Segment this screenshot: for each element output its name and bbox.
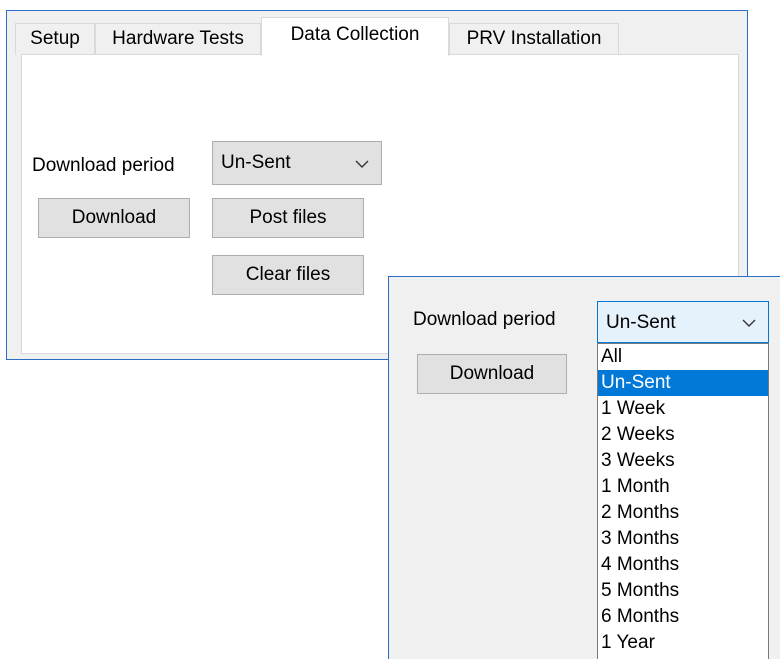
option-1-month[interactable]: 1 Month: [598, 474, 768, 500]
download-period-label: Download period: [32, 155, 175, 176]
download-period-value: Un-Sent: [221, 152, 291, 173]
tab-hardware-tests[interactable]: Hardware Tests: [95, 23, 261, 55]
option-4-months[interactable]: 4 Months: [598, 552, 768, 578]
download-period-select[interactable]: Un-Sent: [212, 141, 382, 185]
zoom-download-period-value: Un-Sent: [606, 312, 676, 333]
option-all[interactable]: All: [598, 344, 768, 370]
download-button[interactable]: Download: [38, 198, 190, 238]
option-1-week[interactable]: 1 Week: [598, 396, 768, 422]
option-2-weeks[interactable]: 2 Weeks: [598, 422, 768, 448]
chevron-down-icon: [742, 319, 756, 327]
chevron-down-icon: [355, 160, 369, 168]
tab-data-collection[interactable]: Data Collection: [261, 17, 449, 56]
option-un-sent[interactable]: Un-Sent: [598, 370, 768, 396]
tab-setup[interactable]: Setup: [15, 23, 95, 55]
option-2-months[interactable]: 2 Months: [598, 500, 768, 526]
option-1-year[interactable]: 1 Year: [598, 630, 768, 656]
zoom-download-period-label: Download period: [413, 309, 556, 330]
option-3-months[interactable]: 3 Months: [598, 526, 768, 552]
dropdown-zoom-callout: Download period Un-Sent Download All Un-…: [388, 276, 780, 659]
tab-prv-installation[interactable]: PRV Installation: [449, 23, 619, 55]
zoom-download-period-select[interactable]: Un-Sent: [597, 301, 769, 343]
download-period-dropdown-list[interactable]: All Un-Sent 1 Week 2 Weeks 3 Weeks 1 Mon…: [597, 343, 769, 659]
option-6-months[interactable]: 6 Months: [598, 604, 768, 630]
post-files-button[interactable]: Post files: [212, 198, 364, 238]
zoom-download-button[interactable]: Download: [417, 354, 567, 394]
clear-files-button[interactable]: Clear files: [212, 255, 364, 295]
option-3-weeks[interactable]: 3 Weeks: [598, 448, 768, 474]
option-5-months[interactable]: 5 Months: [598, 578, 768, 604]
